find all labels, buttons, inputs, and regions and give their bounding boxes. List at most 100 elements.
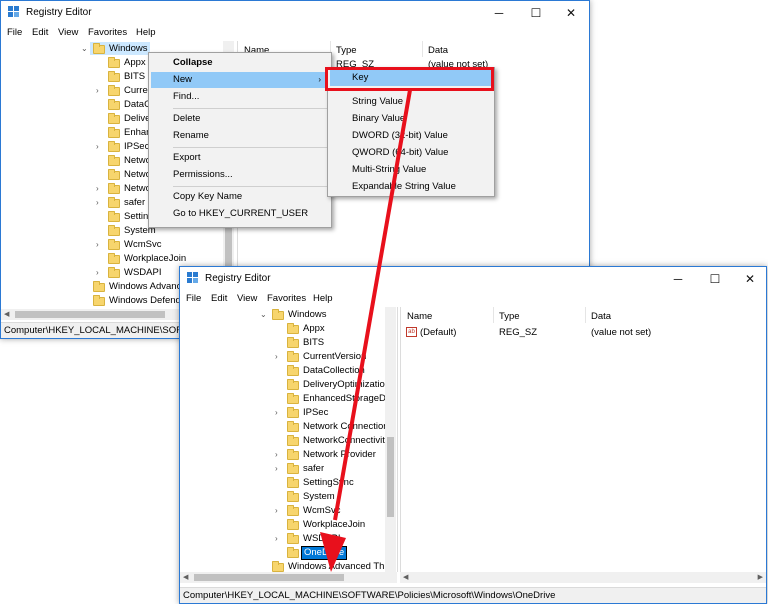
tree-item[interactable]: EnhancedStorageDe [275,392,395,405]
scrollbar-thumb[interactable] [194,574,344,581]
folder-icon [108,113,120,124]
tree-item[interactable]: WorkplaceJoin [275,518,395,531]
column-header-name[interactable]: Name [407,311,432,322]
tree-item-windows[interactable]: ⌄ Windows [260,308,390,321]
tree-item[interactable]: NetworkConnectivit [275,434,395,447]
collapsed-arrow-icon[interactable]: › [275,448,278,461]
menu-help[interactable]: Help [313,293,333,304]
menu-item-copy-key-name[interactable]: Copy Key Name [151,189,329,205]
rename-input[interactable]: OneDrive [301,546,348,560]
menu-separator [173,108,327,109]
folder-icon [287,421,299,432]
submenu-item-binary-value[interactable]: Binary Value [330,111,492,127]
folder-icon [108,183,120,194]
column-header-type[interactable]: Type [336,45,357,56]
scrollbar-thumb[interactable] [15,311,165,318]
collapsed-arrow-icon[interactable]: › [96,182,99,195]
tree-item[interactable]: Appx [275,322,395,335]
menu-view[interactable]: View [237,293,257,304]
tree-item[interactable]: › Network Provider [275,448,395,461]
registry-editor-window-2: Registry Editor ─ ☐ ✕ File Edit View Fav… [179,266,767,604]
menu-separator [173,147,327,148]
menu-view[interactable]: View [58,27,78,38]
submenu-item-multi-string-value[interactable]: Multi-String Value [330,162,492,178]
tree-horizontal-scrollbar[interactable]: ◀ [180,572,397,583]
tree-item[interactable]: WorkplaceJoin [96,252,236,265]
menu-item-export[interactable]: Export [151,150,329,166]
menu-file[interactable]: File [7,27,22,38]
submenu-item-string-value[interactable]: String Value [330,94,492,110]
tree-item[interactable]: BITS [275,336,395,349]
scroll-left-icon[interactable]: ◀ [4,310,9,318]
folder-icon [108,225,120,236]
column-separator[interactable] [493,307,494,323]
title-bar[interactable]: Registry Editor ─ ☐ ✕ [1,1,589,25]
collapsed-arrow-icon[interactable]: › [96,140,99,153]
menu-item-collapse[interactable]: Collapse [151,55,329,71]
minimize-button[interactable]: ─ [481,1,517,25]
tree-item[interactable]: › WSDAPI [275,532,395,545]
menu-item-permissions[interactable]: Permissions... [151,167,329,183]
folder-icon [287,491,299,502]
column-header-data[interactable]: Data [591,311,611,322]
column-separator[interactable] [422,41,423,57]
menu-item-rename[interactable]: Rename [151,128,329,144]
tree-item[interactable]: DeliveryOptimization [275,378,395,391]
tree-item[interactable]: › safer [275,462,395,475]
collapsed-arrow-icon[interactable]: › [96,266,99,279]
key-tree[interactable]: ⌄ Windows Appx BITS › CurrentVersion DataC… [180,307,398,572]
collapsed-arrow-icon[interactable]: › [275,350,278,363]
tree-item[interactable]: › IPSec [275,406,395,419]
tree-item[interactable]: › WcmSvc [275,504,395,517]
menu-item-delete[interactable]: Delete [151,111,329,127]
menu-item-new[interactable]: New › [151,72,329,88]
collapsed-arrow-icon[interactable]: › [96,238,99,251]
column-separator[interactable] [585,307,586,323]
menu-item-goto-hkcu[interactable]: Go to HKEY_CURRENT_USER [151,206,329,222]
scroll-left-icon[interactable]: ◀ [403,573,408,581]
window-title: Registry Editor [26,7,92,18]
submenu-item-dword-value[interactable]: DWORD (32-bit) Value [330,128,492,144]
scroll-right-icon[interactable]: ▶ [758,573,763,581]
tree-item[interactable]: SettingSync [275,476,395,489]
collapsed-arrow-icon[interactable]: › [275,504,278,517]
scrollbar-thumb[interactable] [387,437,394,517]
close-button[interactable]: ✕ [553,1,589,25]
expand-arrow-icon[interactable]: ⌄ [260,308,267,321]
column-header-type[interactable]: Type [499,311,520,322]
submenu-item-expandable-string-value[interactable]: Expandable String Value [330,179,492,195]
menu-item-find[interactable]: Find... [151,89,329,105]
tree-item[interactable]: Network Connection [275,420,395,433]
values-list: Name Type Data ab (Default) REG_SZ (valu… [400,307,766,572]
expand-arrow-icon[interactable]: ⌄ [81,42,88,55]
tree-item[interactable]: Windows Advanced Thr [260,560,390,572]
close-button[interactable]: ✕ [732,267,766,291]
title-bar[interactable]: Registry Editor ─ ☐ ✕ [180,267,766,291]
maximize-button[interactable]: ☐ [518,1,554,25]
folder-icon [108,169,120,180]
menu-edit[interactable]: Edit [211,293,227,304]
maximize-button[interactable]: ☐ [697,267,733,291]
submenu-item-qword-value[interactable]: QWORD (64-bit) Value [330,145,492,161]
collapsed-arrow-icon[interactable]: › [96,84,99,97]
collapsed-arrow-icon[interactable]: › [96,196,99,209]
menu-favorites[interactable]: Favorites [88,27,127,38]
tree-item[interactable]: › CurrentVersion [275,350,395,363]
tree-item[interactable]: › WcmSvc [96,238,236,251]
collapsed-arrow-icon[interactable]: › [275,406,278,419]
tree-item[interactable]: System [275,490,395,503]
menu-edit[interactable]: Edit [32,27,48,38]
tree-vertical-scrollbar[interactable] [385,307,396,572]
scroll-left-icon[interactable]: ◀ [183,573,188,581]
menu-favorites[interactable]: Favorites [267,293,306,304]
menu-file[interactable]: File [186,293,201,304]
column-header-data[interactable]: Data [428,45,448,56]
folder-icon [287,337,299,348]
collapsed-arrow-icon[interactable]: › [275,532,278,545]
tree-item[interactable]: DataCollection [275,364,395,377]
collapsed-arrow-icon[interactable]: › [275,462,278,475]
minimize-button[interactable]: ─ [660,267,696,291]
tree-item-new-key[interactable]: OneDrive [275,546,395,560]
list-horizontal-scrollbar[interactable]: ◀ ▶ [400,572,766,583]
menu-help[interactable]: Help [136,27,156,38]
